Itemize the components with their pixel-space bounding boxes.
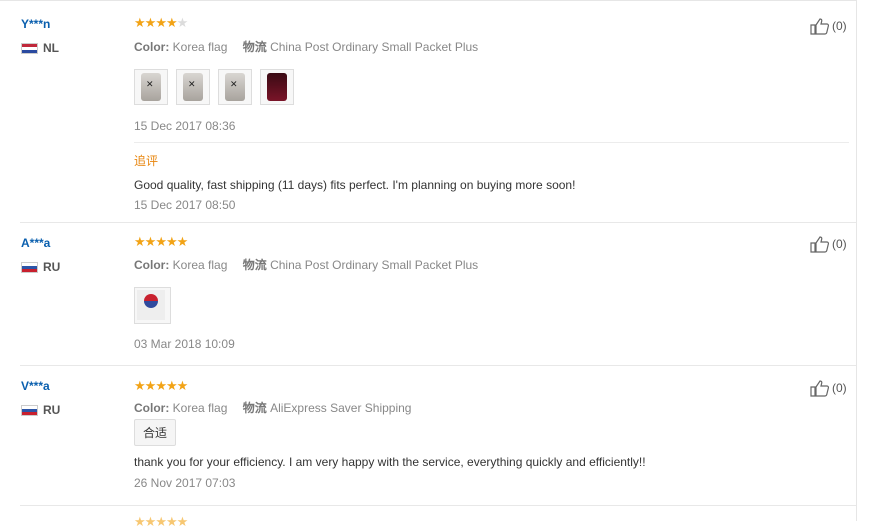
like-button[interactable]: (0) xyxy=(810,379,847,397)
followup-text: Good quality, fast shipping (11 days) fi… xyxy=(134,178,576,192)
star-icon: ★ xyxy=(134,378,146,393)
review-photo[interactable] xyxy=(134,287,171,324)
followup-label: 追评 xyxy=(134,154,159,168)
color-value: Korea flag xyxy=(172,258,228,272)
review-date: 26 Nov 2017 07:03 xyxy=(134,476,236,490)
star-icon: ★ xyxy=(144,234,157,249)
shipping-value: China Post Ordinary Small Packet Plus xyxy=(270,40,479,54)
star-icon: ★ xyxy=(134,15,146,30)
star-icon: ★ xyxy=(176,378,189,393)
reviewer-country: RU xyxy=(21,260,60,274)
shipping-value: China Post Ordinary Small Packet Plus xyxy=(270,258,479,272)
star-icon: ★ xyxy=(144,514,157,529)
star-empty-icon: ★ xyxy=(176,15,189,30)
color-label: Color: xyxy=(134,258,170,272)
thumbs-up-icon xyxy=(810,380,830,397)
star-icon: ★ xyxy=(144,15,157,30)
review-divider xyxy=(20,365,856,366)
review-photo[interactable]: ✕ xyxy=(134,69,168,105)
star-rating: ★★★★★ xyxy=(134,514,189,529)
order-attributes: Color: Korea flag 物流 China Post Ordinary… xyxy=(134,256,490,273)
country-code: RU xyxy=(43,260,61,274)
review-divider xyxy=(20,505,856,506)
star-icon: ★ xyxy=(144,378,157,393)
reviewer-country: RU xyxy=(21,403,60,417)
country-code: NL xyxy=(43,41,59,55)
star-icon: ★ xyxy=(155,15,167,30)
like-button[interactable]: (0) xyxy=(810,17,847,35)
like-count: (0) xyxy=(832,237,847,251)
like-count: (0) xyxy=(832,19,847,33)
like-button[interactable]: (0) xyxy=(810,235,847,253)
order-attributes: Color: Korea flag 物流 AliExpress Saver Sh… xyxy=(134,399,423,416)
review-text: thank you for your efficiency. I am very… xyxy=(134,455,646,469)
shipping-value: AliExpress Saver Shipping xyxy=(270,401,412,415)
thumbs-up-icon xyxy=(810,18,830,35)
review-tag: 合适 xyxy=(134,419,177,446)
star-rating: ★★★★★ xyxy=(134,234,189,249)
country-code: RU xyxy=(43,403,61,417)
star-icon: ★ xyxy=(134,514,146,529)
reviewer-country: NL xyxy=(21,41,59,55)
divider xyxy=(134,142,849,143)
list-top-border xyxy=(0,0,856,1)
flag-nl-icon xyxy=(21,42,38,54)
star-icon: ★ xyxy=(176,514,189,529)
star-icon: ★ xyxy=(155,234,167,249)
star-icon: ★ xyxy=(165,378,178,393)
star-icon: ★ xyxy=(165,15,178,30)
star-icon: ★ xyxy=(155,514,167,529)
reviewer-name[interactable]: A***a xyxy=(21,236,50,250)
review-divider xyxy=(20,222,856,223)
color-value: Korea flag xyxy=(172,40,228,54)
star-icon: ★ xyxy=(134,234,146,249)
color-label: Color: xyxy=(134,40,170,54)
like-count: (0) xyxy=(832,381,847,395)
star-rating: ★★★★★ xyxy=(134,378,189,393)
star-icon: ★ xyxy=(176,234,189,249)
star-rating: ★★★★★ xyxy=(134,15,189,30)
star-icon: ★ xyxy=(155,378,167,393)
followup-date: 15 Dec 2017 08:50 xyxy=(134,198,236,212)
review-date: 15 Dec 2017 08:36 xyxy=(134,119,236,133)
color-label: Color: xyxy=(134,401,170,415)
review-photo[interactable]: ✕ xyxy=(218,69,252,105)
thumbs-up-icon xyxy=(810,236,830,253)
reviewer-name[interactable]: Y***n xyxy=(21,17,50,31)
star-icon: ★ xyxy=(165,514,178,529)
list-right-border xyxy=(856,0,857,521)
shipping-label: 物流 xyxy=(242,401,267,415)
review-date: 03 Mar 2018 10:09 xyxy=(134,337,235,351)
shipping-label: 物流 xyxy=(242,40,267,54)
flag-ru-icon xyxy=(21,261,38,273)
review-photo[interactable] xyxy=(260,69,294,105)
order-attributes: Color: Korea flag 物流 China Post Ordinary… xyxy=(134,38,490,55)
shipping-label: 物流 xyxy=(242,258,267,272)
flag-ru-icon xyxy=(21,404,38,416)
reviewer-name[interactable]: V***a xyxy=(21,379,50,393)
color-value: Korea flag xyxy=(172,401,228,415)
star-icon: ★ xyxy=(165,234,178,249)
review-photo[interactable]: ✕ xyxy=(176,69,210,105)
